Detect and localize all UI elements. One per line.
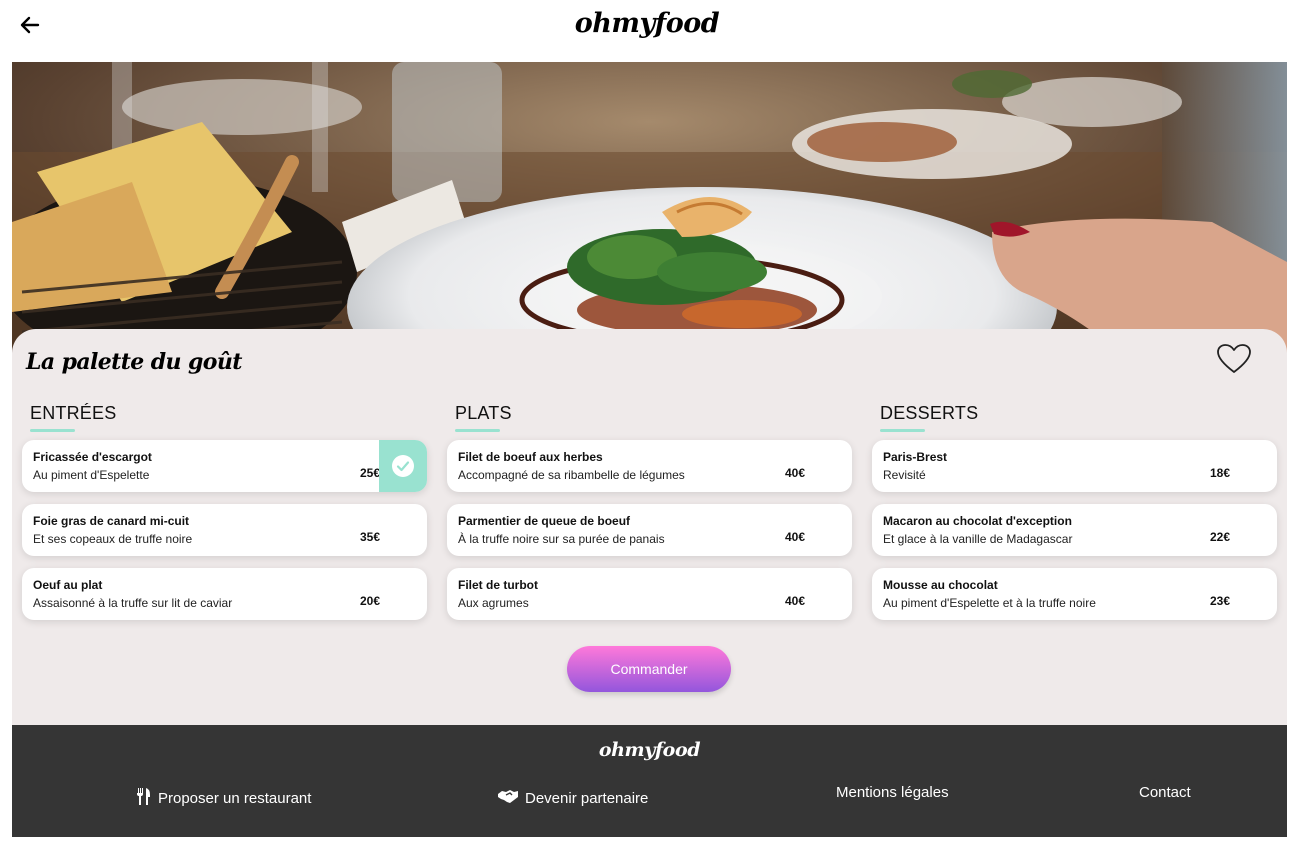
utensils-icon xyxy=(136,788,151,809)
menu-item-card[interactable]: Foie gras de canard mi-cuit Et ses copea… xyxy=(22,504,427,556)
dish-price: 35€ xyxy=(359,530,380,544)
dish-name: Oeuf au plat xyxy=(33,578,103,592)
hero-image xyxy=(12,62,1287,362)
footer-link-legal[interactable]: Mentions légales xyxy=(836,784,949,801)
restaurant-name: La palette du goût xyxy=(26,349,242,375)
dish-name: Filet de turbot xyxy=(458,578,538,592)
menu-column-plats: PLATS Filet de boeuf aux herbes Accompag… xyxy=(447,403,852,632)
dish-name: Paris-Brest xyxy=(883,450,948,464)
menu-panel: La palette du goût ENTRÉES Fricassée d'e… xyxy=(12,329,1287,725)
dish-name: Fricassée d'escargot xyxy=(33,450,152,464)
dish-description: Et glace à la vanille de Madagascar xyxy=(883,532,1073,546)
dish-price: 40€ xyxy=(784,594,805,608)
dish-price: 40€ xyxy=(784,466,805,480)
dish-name: Mousse au chocolat xyxy=(883,578,998,592)
menu-item-card[interactable]: Filet de boeuf aux herbes Accompagné de … xyxy=(447,440,852,492)
footer: ohmyfood Proposer un restaurant Devenir … xyxy=(12,725,1287,837)
column-underline xyxy=(30,429,75,432)
dish-description: Revisité xyxy=(883,468,926,482)
menu-item-card[interactable]: Oeuf au plat Assaisonné à la truffe sur … xyxy=(22,568,427,620)
menu-item-card[interactable]: Filet de turbot Aux agrumes 40€ xyxy=(447,568,852,620)
footer-link-become-partner[interactable]: Devenir partenaire xyxy=(498,788,648,808)
column-title: PLATS xyxy=(455,403,512,423)
footer-link-contact[interactable]: Contact xyxy=(1139,784,1191,801)
menu-item-card[interactable]: Fricassée d'escargot Au piment d'Espelet… xyxy=(22,440,427,492)
footer-logo[interactable]: ohmyfood xyxy=(12,739,1287,761)
dish-price: 25€ xyxy=(359,466,380,480)
menu-column-entrees: ENTRÉES Fricassée d'escargot Au piment d… xyxy=(22,403,427,632)
dish-price: 23€ xyxy=(1209,594,1230,608)
footer-link-label: Mentions légales xyxy=(836,784,949,801)
menu-item-card[interactable]: Mousse au chocolat Au piment d'Espelette… xyxy=(872,568,1277,620)
footer-link-label: Devenir partenaire xyxy=(525,789,649,807)
dish-price: 40€ xyxy=(784,530,805,544)
dish-name: Parmentier de queue de boeuf xyxy=(458,514,631,528)
order-button[interactable]: Commander xyxy=(567,646,731,692)
footer-link-propose-restaurant[interactable]: Proposer un restaurant xyxy=(136,788,311,809)
dish-name: Macaron au chocolat d'exception xyxy=(883,514,1072,528)
column-underline xyxy=(880,429,925,432)
column-title: DESSERTS xyxy=(880,403,979,423)
handshake-icon xyxy=(498,788,518,808)
dish-description: Aux agrumes xyxy=(458,596,529,610)
dish-name: Foie gras de canard mi-cuit xyxy=(33,514,190,528)
dish-description: Et ses copeaux de truffe noire xyxy=(33,532,193,546)
dish-description: Au piment d'Espelette et à la truffe noi… xyxy=(883,596,1096,610)
dish-description: Accompagné de sa ribambelle de légumes xyxy=(458,468,685,482)
menu-item-card[interactable]: Parmentier de queue de boeuf À la truffe… xyxy=(447,504,852,556)
site-logo[interactable]: ohmyfood xyxy=(0,8,1294,39)
dish-price: 20€ xyxy=(359,594,380,608)
dish-price: 18€ xyxy=(1209,466,1230,480)
menu-column-desserts: DESSERTS Paris-Brest Revisité 18€ Macaro… xyxy=(872,403,1277,632)
menu-item-card[interactable]: Paris-Brest Revisité 18€ xyxy=(872,440,1277,492)
dish-price: 22€ xyxy=(1209,530,1230,544)
check-icon xyxy=(379,440,427,492)
heart-icon[interactable] xyxy=(1216,343,1252,375)
menu-item-card[interactable]: Macaron au chocolat d'exception Et glace… xyxy=(872,504,1277,556)
dish-description: Au piment d'Espelette xyxy=(33,468,150,482)
dish-name: Filet de boeuf aux herbes xyxy=(458,450,603,464)
dish-description: Assaisonné à la truffe sur lit de caviar xyxy=(33,596,233,610)
column-title: ENTRÉES xyxy=(30,403,117,423)
footer-link-label: Contact xyxy=(1139,784,1191,801)
header: ohmyfood xyxy=(0,0,1294,62)
dish-description: À la truffe noire sur sa purée de panais xyxy=(458,532,665,546)
footer-link-label: Proposer un restaurant xyxy=(158,790,312,807)
column-underline xyxy=(455,429,500,432)
